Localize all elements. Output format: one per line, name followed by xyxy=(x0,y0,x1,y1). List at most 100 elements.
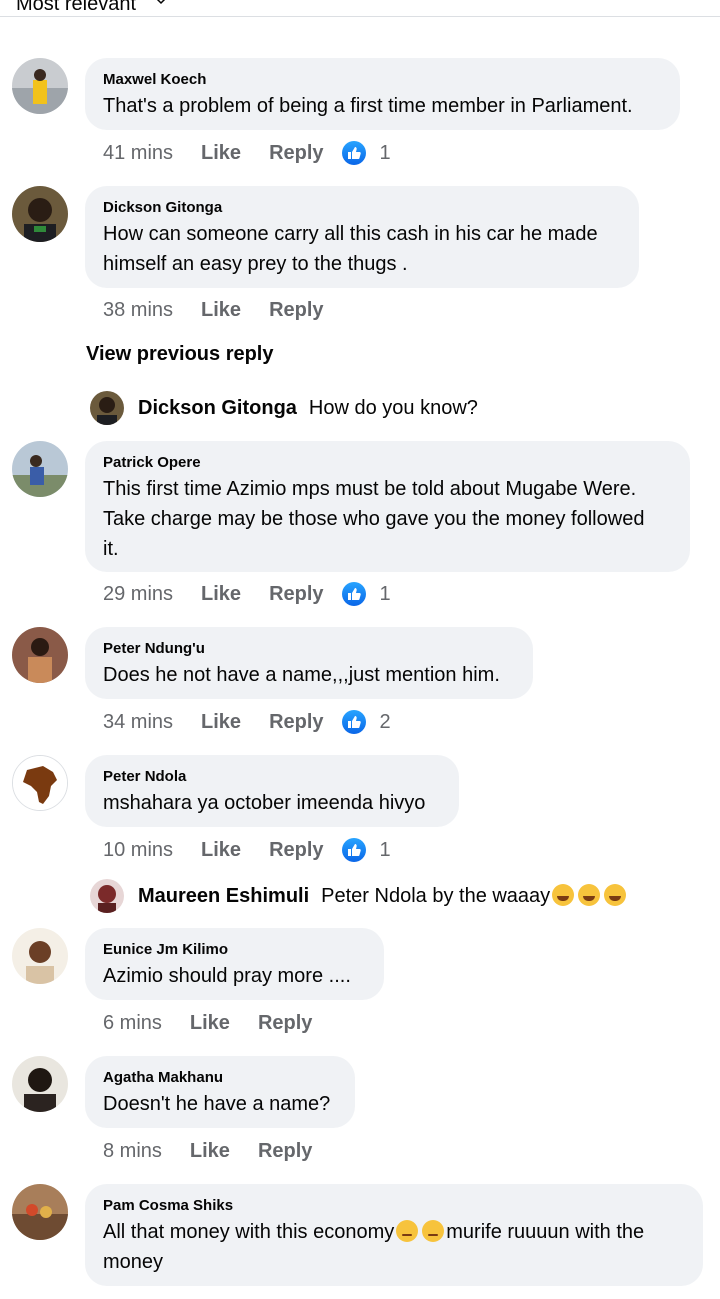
comment-actions: 6 mins Like Reply xyxy=(103,1009,312,1037)
reaction-summary[interactable]: 1 xyxy=(341,838,391,862)
comment-text-line: it. xyxy=(103,538,119,560)
avatar-photo xyxy=(12,1056,68,1112)
avatar[interactable] xyxy=(12,627,68,683)
reaction-count: 1 xyxy=(379,838,391,861)
reply-button[interactable]: Reply xyxy=(269,711,323,734)
avatar-photo xyxy=(90,391,124,425)
comment-author[interactable]: Dickson Gitonga xyxy=(103,199,621,217)
avatar-photo xyxy=(90,879,124,913)
rofl-emoji-icon xyxy=(604,884,627,906)
comment-actions: 34 mins Like Reply 2 xyxy=(103,708,391,736)
avatar-photo xyxy=(12,1184,68,1240)
thinking-emoji-icon xyxy=(422,1220,445,1242)
comment-text-line: money xyxy=(103,1251,164,1273)
comment-text: Does he not have a name,,,just mention h… xyxy=(103,664,500,686)
comment-time[interactable]: 6 mins xyxy=(103,1012,162,1035)
sort-label[interactable]: Most relevant xyxy=(16,0,136,16)
reply-button[interactable]: Reply xyxy=(269,142,323,165)
reaction-count: 1 xyxy=(379,582,391,605)
like-reaction-icon xyxy=(341,141,366,165)
comment-bubble: Patrick Opere This first time Azimio mps… xyxy=(85,441,690,572)
comment-bubble: Eunice Jm Kilimo Azimio should pray more… xyxy=(85,928,384,1000)
view-previous-reply-link[interactable]: View previous reply xyxy=(86,343,274,366)
comment-text-line: himself an easy prey to the thugs . xyxy=(103,253,408,275)
comment-bubble: Peter Ndung'u Does he not have a name,,,… xyxy=(85,627,533,699)
comment-author[interactable]: Patrick Opere xyxy=(103,454,672,472)
comment-author[interactable]: Peter Ndung'u xyxy=(103,640,515,658)
avatar[interactable] xyxy=(12,441,68,497)
like-button[interactable]: Like xyxy=(201,142,241,165)
comment-time[interactable]: 34 mins xyxy=(103,711,173,734)
like-button[interactable]: Like xyxy=(201,839,241,862)
comment-text: Azimio should pray more .... xyxy=(103,965,351,987)
comment-bubble: Maxwel Koech That's a problem of being a… xyxy=(85,58,680,130)
like-reaction-icon xyxy=(341,582,366,606)
reaction-summary[interactable]: 1 xyxy=(341,141,391,165)
avatar[interactable] xyxy=(12,58,68,114)
rofl-emoji-icon xyxy=(552,884,575,906)
like-button[interactable]: Like xyxy=(201,583,241,606)
like-button[interactable]: Like xyxy=(190,1140,230,1163)
comment-time[interactable]: 38 mins xyxy=(103,299,173,322)
avatar[interactable] xyxy=(12,755,68,811)
avatar-photo xyxy=(12,441,68,497)
avatar-photo xyxy=(12,928,68,984)
reply-author[interactable]: Dickson Gitonga xyxy=(138,397,297,420)
avatar[interactable] xyxy=(12,1056,68,1112)
reaction-summary[interactable]: 2 xyxy=(341,710,391,734)
comment-text-line: All that money with this economy xyxy=(103,1221,395,1243)
comment-actions: 38 mins Like Reply xyxy=(103,296,324,324)
comment-author[interactable]: Agatha Makhanu xyxy=(103,1069,337,1087)
comment-bubble: Peter Ndola mshahara ya october imeenda … xyxy=(85,755,459,827)
like-button[interactable]: Like xyxy=(201,299,241,322)
comment-text-line: How can someone carry all this cash in h… xyxy=(103,223,598,245)
chevron-down-icon[interactable] xyxy=(156,0,166,6)
avatar-photo xyxy=(12,627,68,683)
reply-button[interactable]: Reply xyxy=(269,583,323,606)
comment-author[interactable]: Maxwel Koech xyxy=(103,71,662,89)
comment-text-line: murife ruuuun with the xyxy=(446,1221,645,1243)
reply-button[interactable]: Reply xyxy=(269,299,323,322)
avatar-photo xyxy=(12,58,68,114)
comment-text-line: This first time Azimio mps must be told … xyxy=(103,478,637,500)
comment-author[interactable]: Eunice Jm Kilimo xyxy=(103,941,366,959)
comment-text-line: Take charge may be those who gave you th… xyxy=(103,508,645,530)
comment-author[interactable]: Peter Ndola xyxy=(103,768,441,786)
comment-actions: 8 mins Like Reply xyxy=(103,1137,312,1165)
comment-time[interactable]: 8 mins xyxy=(103,1140,162,1163)
avatar[interactable] xyxy=(12,928,68,984)
reply-preview[interactable]: Dickson Gitonga How do you know? xyxy=(90,390,478,426)
avatar-photo xyxy=(12,186,68,242)
like-reaction-icon xyxy=(341,710,366,734)
comment-time[interactable]: 10 mins xyxy=(103,839,173,862)
reply-author[interactable]: Maureen Eshimuli xyxy=(138,885,309,908)
avatar[interactable] xyxy=(90,391,124,425)
comment-bubble: Agatha Makhanu Doesn't he have a name? xyxy=(85,1056,355,1128)
avatar[interactable] xyxy=(12,186,68,242)
comment-actions: 41 mins Like Reply 1 xyxy=(103,139,391,167)
comment-time[interactable]: 41 mins xyxy=(103,142,173,165)
reply-text: Peter Ndola by the waaay xyxy=(321,885,551,907)
comment-actions: 29 mins Like Reply 1 xyxy=(103,580,391,608)
comment-time[interactable]: 29 mins xyxy=(103,583,173,606)
like-button[interactable]: Like xyxy=(201,711,241,734)
comment-bubble: Dickson Gitonga How can someone carry al… xyxy=(85,186,639,288)
comment-actions: 10 mins Like Reply 1 xyxy=(103,836,391,864)
avatar[interactable] xyxy=(90,879,124,913)
comment-bubble: Pam Cosma Shiks All that money with this… xyxy=(85,1184,703,1286)
reply-text: How do you know? xyxy=(308,396,478,419)
rofl-emoji-icon xyxy=(578,884,601,906)
comment-text: mshahara ya october imeenda hivyo xyxy=(103,792,426,814)
sort-bar[interactable]: Most relevant xyxy=(0,0,720,17)
reply-button[interactable]: Reply xyxy=(258,1012,312,1035)
thinking-emoji-icon xyxy=(396,1220,419,1242)
reply-button[interactable]: Reply xyxy=(269,839,323,862)
avatar[interactable] xyxy=(12,1184,68,1240)
reply-preview[interactable]: Maureen Eshimuli Peter Ndola by the waaa… xyxy=(90,878,628,914)
reaction-count: 2 xyxy=(379,710,391,733)
reply-button[interactable]: Reply xyxy=(258,1140,312,1163)
like-button[interactable]: Like xyxy=(190,1012,230,1035)
reaction-summary[interactable]: 1 xyxy=(341,582,391,606)
comment-author[interactable]: Pam Cosma Shiks xyxy=(103,1197,685,1215)
comment-text: Doesn't he have a name? xyxy=(103,1093,331,1115)
